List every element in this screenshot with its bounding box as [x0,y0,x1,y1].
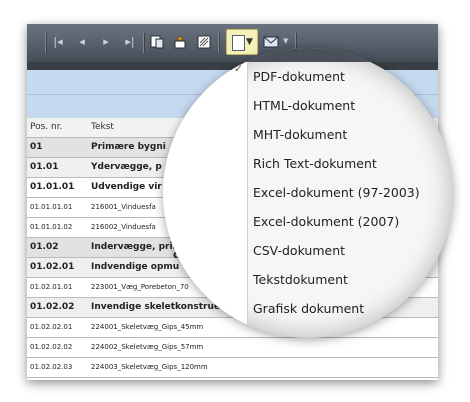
menu-item-html[interactable]: HTML-dokument [253,98,355,113]
row-text: Ydervægge, p [91,162,162,172]
row-pos: 01.02.02.02 [30,343,73,351]
row-text: Udvendige vir [91,182,162,192]
row-pos: 01.02.01 [30,262,75,272]
row-text: 224002_Skeletvæg_Gips_57mm [91,343,204,351]
last-page-icon[interactable]: ▸| [122,34,138,50]
menu-item-excel-97-2003[interactable]: Excel-dokument (97-2003) [253,185,420,200]
table-row: 01.02.02.02 224002_Skeletvæg_Gips_57mm [27,338,438,358]
row-pos: 01.02.02.01 [30,323,73,331]
next-page-icon[interactable]: ▸ [98,34,114,50]
first-page-icon[interactable]: |◂ [50,34,66,50]
chevron-down-icon: ▼ [246,37,253,47]
email-icon[interactable] [263,35,281,49]
watermark-icon[interactable] [197,35,211,49]
toolbar-separator [143,33,145,53]
magnified-export-menu: ✓ PDF-dokument HTML-dokument MHT-dokumen… [163,48,453,338]
row-pos: 01.01.01 [30,182,75,192]
magnified-toolbar [163,48,453,62]
previous-page-icon[interactable]: ◂ [74,34,90,50]
row-text: Primære bygni [91,142,166,152]
row-pos: 01.01.01.01 [30,203,73,211]
column-header-text: Tekst [91,122,114,132]
row-text: 224003_Skeletvæg_Gips_120mm [91,363,208,371]
chevron-down-icon[interactable]: ▼ [283,37,288,45]
row-pos: 01.01 [30,162,59,172]
menu-item-excel-2007[interactable]: Excel-dokument (2007) [253,214,399,229]
row-pos: 01.02 [30,242,59,252]
menu-item-csv[interactable]: CSV-dokument [253,243,345,258]
table-row: 01.02.02.03 224003_Skeletvæg_Gips_120mm [27,358,438,378]
row-text: 216002_Vinduesfa [91,223,156,231]
row-pos: 01 [30,142,43,152]
row-pos: 01.01.01.02 [30,223,73,231]
row-pos: 01.02.02 [30,302,75,312]
menu-item-graphic[interactable]: Grafisk dokument [253,301,364,316]
row-text: 216001_Vinduesfa [91,203,156,211]
menu-item-text[interactable]: Tekstdokument [253,272,348,287]
menu-item-mht[interactable]: MHT-dokument [253,127,347,142]
menu-item-pdf[interactable]: PDF-dokument [253,69,345,84]
check-icon: ✓ [234,62,244,75]
row-pos: 01.02.01.01 [30,283,73,291]
menu-icon-gutter [163,62,248,338]
toolbar-separator [45,33,47,53]
row-pos: 01.02.02.03 [30,363,73,371]
column-header-pos: Pos. nr. [30,122,63,132]
menu-item-rich-text[interactable]: Rich Text-dokument [253,156,377,171]
page-setup-icon[interactable] [150,35,164,49]
highlight-icon[interactable] [173,35,187,49]
